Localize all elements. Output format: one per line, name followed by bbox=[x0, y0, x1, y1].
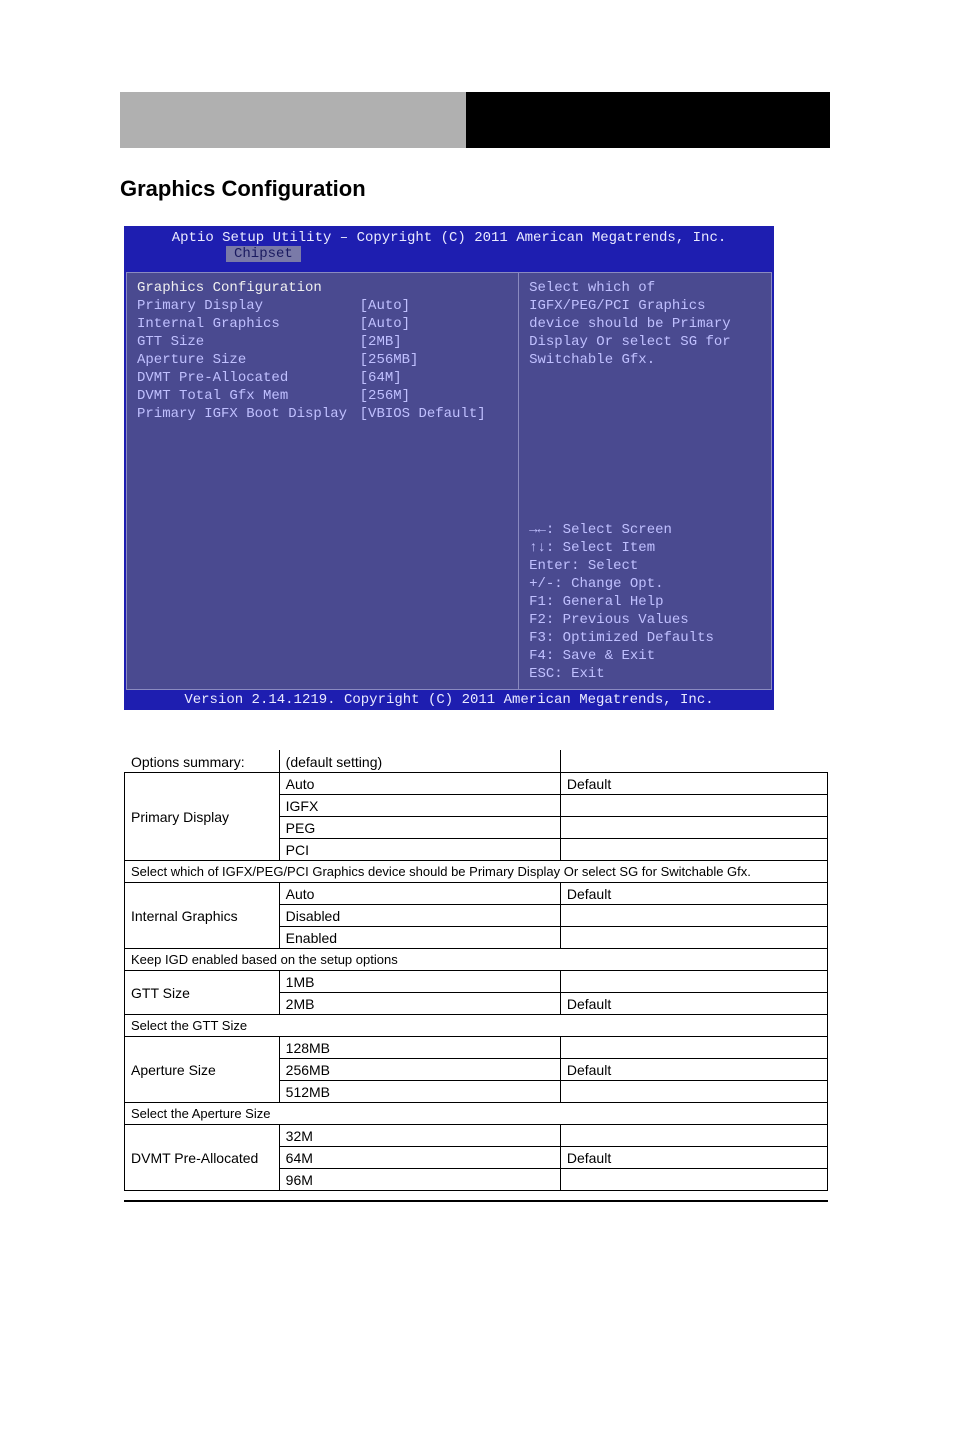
bios-top: Aptio Setup Utility – Copyright (C) 2011… bbox=[126, 228, 772, 272]
option-value: 32M bbox=[279, 1125, 560, 1147]
footer-rule bbox=[124, 1200, 828, 1202]
bios-help-key: F4: Save & Exit bbox=[529, 647, 761, 665]
option-value: IGFX bbox=[279, 795, 560, 817]
option-value: 64M bbox=[279, 1147, 560, 1169]
option-desc: Select the Aperture Size bbox=[125, 1103, 828, 1125]
option-desc: Select which of IGFX/PEG/PCI Graphics de… bbox=[125, 861, 828, 883]
table-header-c3 bbox=[560, 751, 827, 773]
bios-item-value[interactable]: [2MB] bbox=[360, 333, 508, 351]
bios-item-value[interactable]: [VBIOS Default] bbox=[360, 405, 508, 423]
option-name: Primary Display bbox=[125, 773, 280, 861]
bios-help-key: +/-: Change Opt. bbox=[529, 575, 761, 593]
bios-item-value[interactable]: [64M] bbox=[360, 369, 508, 387]
bios-left-pane: Graphics Configuration Primary Display[A… bbox=[127, 273, 519, 689]
bios-item-value[interactable]: [256MB] bbox=[360, 351, 508, 369]
bios-item-label[interactable]: Internal Graphics bbox=[137, 315, 360, 333]
option-desc: Keep IGD enabled based on the setup opti… bbox=[125, 949, 828, 971]
bios-item-value[interactable]: [Auto] bbox=[360, 297, 508, 315]
bios-help-key: F2: Previous Values bbox=[529, 611, 761, 629]
bios-body: Graphics Configuration Primary Display[A… bbox=[126, 272, 772, 690]
bios-item-value[interactable]: [Auto] bbox=[360, 315, 508, 333]
option-value: 2MB bbox=[279, 993, 560, 1015]
header-right bbox=[466, 92, 830, 148]
bios-title: Aptio Setup Utility – Copyright (C) 2011… bbox=[126, 228, 772, 246]
option-default bbox=[560, 1125, 827, 1147]
option-default bbox=[560, 1169, 827, 1191]
bios-screenshot: Aptio Setup Utility – Copyright (C) 2011… bbox=[124, 226, 774, 710]
option-default: Default bbox=[560, 883, 827, 905]
bios-footer: Version 2.14.1219. Copyright (C) 2011 Am… bbox=[126, 690, 772, 710]
bios-help-description: Select which of IGFX/PEG/PCI Graphics de… bbox=[529, 279, 761, 369]
option-default bbox=[560, 927, 827, 949]
bios-help-key: ↑↓: Select Item bbox=[529, 539, 761, 557]
option-value: 96M bbox=[279, 1169, 560, 1191]
option-default: Default bbox=[560, 1147, 827, 1169]
option-value: 128MB bbox=[279, 1037, 560, 1059]
option-default: Default bbox=[560, 773, 827, 795]
option-name: Internal Graphics bbox=[125, 883, 280, 949]
bios-right-pane: Select which of IGFX/PEG/PCI Graphics de… bbox=[519, 273, 771, 689]
option-value: 1MB bbox=[279, 971, 560, 993]
table-header-c1: Options summary: bbox=[125, 751, 280, 773]
option-default bbox=[560, 817, 827, 839]
options-table: Options summary: (default setting) Prima… bbox=[124, 750, 828, 1191]
option-value: Disabled bbox=[279, 905, 560, 927]
option-value: Auto bbox=[279, 773, 560, 795]
bios-help-key: ESC: Exit bbox=[529, 665, 761, 683]
section-title: Graphics Configuration bbox=[120, 176, 366, 202]
bios-heading: Graphics Configuration bbox=[137, 279, 508, 297]
bios-help-key: F3: Optimized Defaults bbox=[529, 629, 761, 647]
header-bar bbox=[120, 92, 830, 148]
bios-item-value[interactable]: [256M] bbox=[360, 387, 508, 405]
option-value: PCI bbox=[279, 839, 560, 861]
page: Graphics Configuration Aptio Setup Utili… bbox=[0, 0, 954, 1432]
option-default: Default bbox=[560, 1059, 827, 1081]
header-left bbox=[120, 92, 466, 148]
bios-item-label[interactable]: DVMT Total Gfx Mem bbox=[137, 387, 360, 405]
option-desc: Select the GTT Size bbox=[125, 1015, 828, 1037]
option-default: Default bbox=[560, 993, 827, 1015]
bios-item-label[interactable]: DVMT Pre-Allocated bbox=[137, 369, 360, 387]
option-value: 256MB bbox=[279, 1059, 560, 1081]
bios-help-key: F1: General Help bbox=[529, 593, 761, 611]
option-name: Aperture Size bbox=[125, 1037, 280, 1103]
bios-item-label[interactable]: Primary IGFX Boot Display bbox=[137, 405, 360, 423]
option-default bbox=[560, 1037, 827, 1059]
bios-help-key: →←: Select Screen bbox=[529, 521, 761, 539]
bios-item-label[interactable]: Primary Display bbox=[137, 297, 360, 315]
option-default bbox=[560, 1081, 827, 1103]
option-name: GTT Size bbox=[125, 971, 280, 1015]
bios-help-key: Enter: Select bbox=[529, 557, 761, 575]
option-default bbox=[560, 795, 827, 817]
option-default bbox=[560, 971, 827, 993]
bios-item-label[interactable]: Aperture Size bbox=[137, 351, 360, 369]
option-value: 512MB bbox=[279, 1081, 560, 1103]
option-default bbox=[560, 905, 827, 927]
option-value: Enabled bbox=[279, 927, 560, 949]
option-value: Auto bbox=[279, 883, 560, 905]
table-header-c2: (default setting) bbox=[279, 751, 560, 773]
bios-tab-chipset[interactable]: Chipset bbox=[226, 246, 301, 262]
option-default bbox=[560, 839, 827, 861]
bios-item-label[interactable]: GTT Size bbox=[137, 333, 360, 351]
bios-help-keys: →←: Select Screen ↑↓: Select Item Enter:… bbox=[529, 521, 761, 683]
option-value: PEG bbox=[279, 817, 560, 839]
option-name: DVMT Pre-Allocated bbox=[125, 1125, 280, 1191]
